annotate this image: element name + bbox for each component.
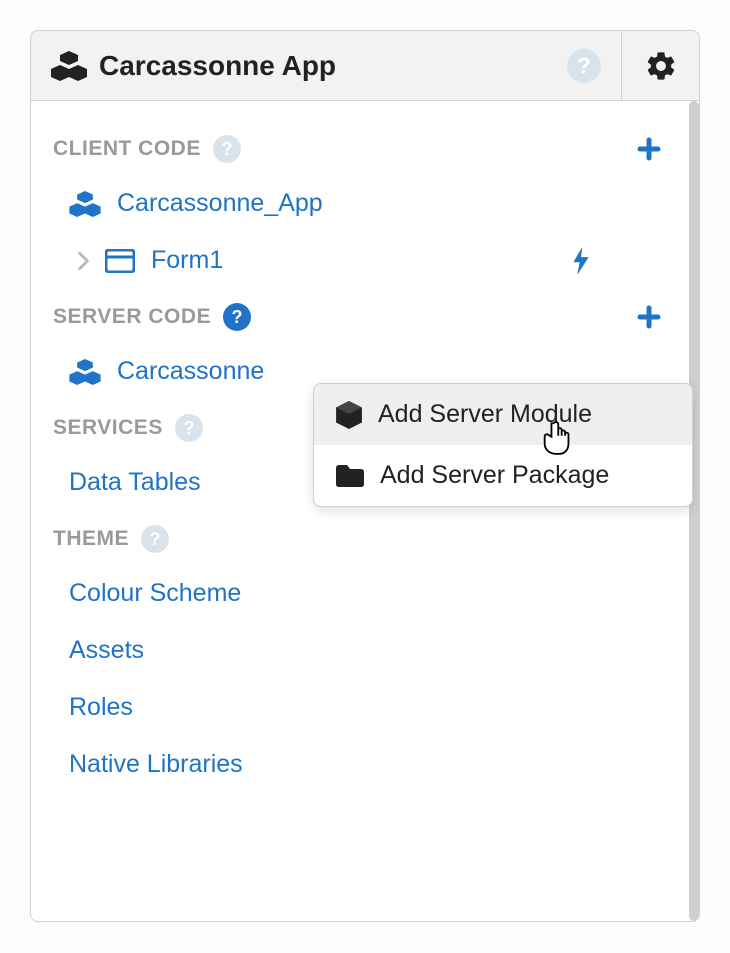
- data-tables-label: Data Tables: [69, 468, 201, 497]
- form1-label: Form1: [151, 246, 223, 275]
- svg-text:?: ?: [577, 53, 590, 78]
- server-code-add-menu: Add Server Module Add Server Package: [313, 383, 693, 507]
- theme-items: Colour Scheme Assets Roles Native Librar…: [53, 565, 677, 793]
- menu-add-server-module[interactable]: Add Server Module: [314, 384, 692, 445]
- app-title: Carcassonne App: [99, 50, 336, 82]
- chevron-right-icon[interactable]: [77, 252, 91, 270]
- bolt-icon[interactable]: [573, 247, 589, 275]
- native-libraries-item[interactable]: Native Libraries: [53, 736, 677, 793]
- menu-add-package-label: Add Server Package: [380, 461, 609, 490]
- scrollbar[interactable]: [689, 101, 699, 921]
- app-header: Carcassonne App ?: [31, 31, 699, 101]
- add-client-code-button[interactable]: [637, 137, 661, 161]
- menu-add-module-label: Add Server Module: [378, 400, 592, 429]
- gear-icon: [644, 49, 678, 83]
- assets-label: Assets: [69, 636, 144, 665]
- svg-text:?: ?: [232, 307, 243, 327]
- client-app-label: Carcassonne_App: [117, 189, 323, 218]
- menu-add-server-package[interactable]: Add Server Package: [314, 445, 692, 506]
- cubes-icon: [69, 359, 101, 385]
- colour-scheme-label: Colour Scheme: [69, 579, 241, 608]
- section-label-services: SERVICES: [53, 416, 163, 440]
- help-icon-services[interactable]: ?: [175, 414, 203, 442]
- help-icon-client-code[interactable]: ?: [213, 135, 241, 163]
- server-app-label: Carcassonne: [117, 357, 264, 386]
- cube-icon: [336, 401, 362, 429]
- app-panel: Carcassonne App ? CLIENT CODE: [30, 30, 700, 922]
- section-client-code: CLIENT CODE ?: [53, 135, 677, 163]
- native-libraries-label: Native Libraries: [69, 750, 243, 779]
- roles-label: Roles: [69, 693, 133, 722]
- add-server-code-button[interactable]: [637, 305, 661, 329]
- settings-button[interactable]: [621, 31, 699, 100]
- svg-text:?: ?: [221, 139, 232, 159]
- folder-icon: [336, 464, 364, 488]
- section-label-client-code: CLIENT CODE: [53, 137, 201, 161]
- section-server-code: SERVER CODE ?: [53, 303, 677, 331]
- panel-body: CLIENT CODE ?: [31, 101, 699, 921]
- cubes-icon: [69, 191, 101, 217]
- form1-item[interactable]: Form1: [53, 232, 677, 289]
- roles-item[interactable]: Roles: [53, 679, 677, 736]
- section-label-server-code: SERVER CODE: [53, 305, 211, 329]
- header-help-icon[interactable]: ?: [567, 49, 601, 83]
- help-icon-server-code[interactable]: ?: [223, 303, 251, 331]
- colour-scheme-item[interactable]: Colour Scheme: [53, 565, 677, 622]
- app-cubes-icon: [51, 51, 87, 81]
- assets-item[interactable]: Assets: [53, 622, 677, 679]
- section-theme: THEME ?: [53, 525, 677, 553]
- svg-text:?: ?: [150, 529, 161, 549]
- svg-text:?: ?: [183, 418, 194, 438]
- client-app-item[interactable]: Carcassonne_App: [53, 175, 677, 232]
- header-main: Carcassonne App ?: [31, 31, 621, 100]
- help-icon-theme[interactable]: ?: [141, 525, 169, 553]
- form-icon: [105, 249, 135, 273]
- section-label-theme: THEME: [53, 527, 129, 551]
